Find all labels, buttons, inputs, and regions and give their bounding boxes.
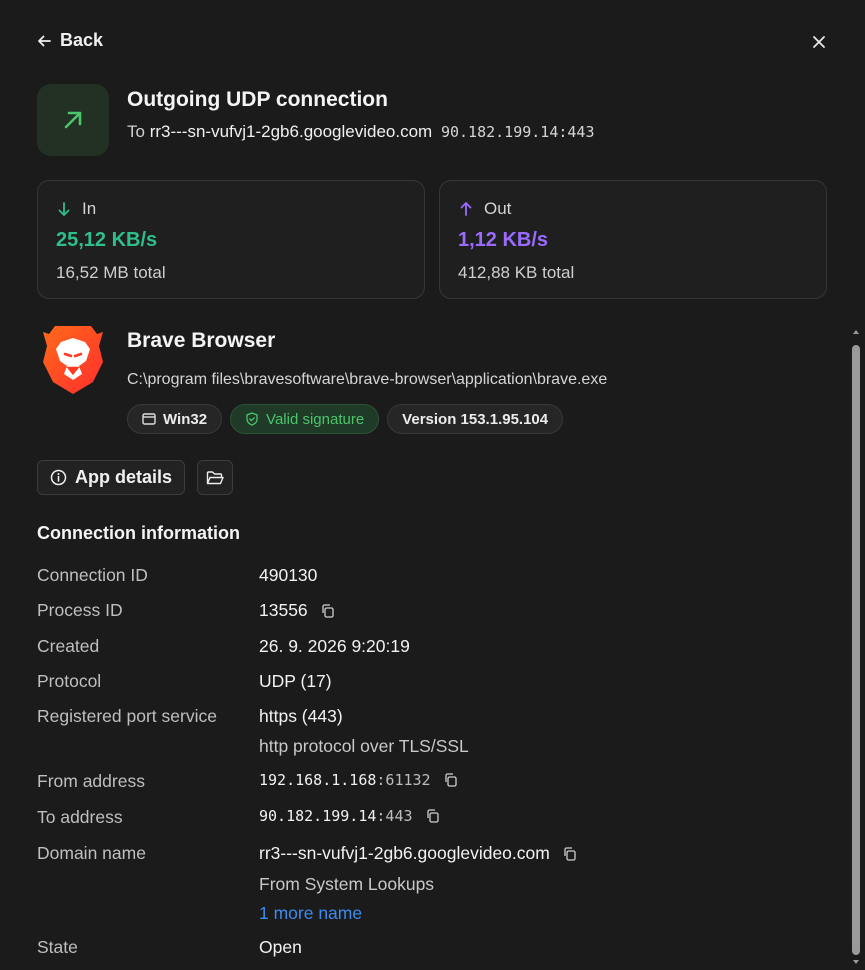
window-icon	[142, 413, 156, 425]
scroll-down-arrow[interactable]	[852, 958, 860, 966]
created-text: 26. 9. 2026 9:20:19	[259, 636, 410, 656]
section-title: Connection information	[37, 523, 240, 543]
port-service-text: https (443)	[259, 706, 343, 726]
arrow-left-icon	[38, 35, 51, 46]
app-details-button[interactable]: App details	[37, 460, 186, 495]
outgoing-total: 412,88 KB total	[458, 263, 575, 282]
destination-address: 90.182.199.14:443	[440, 123, 595, 141]
scrollbar-thumb[interactable]	[852, 345, 860, 955]
state-label: State	[37, 937, 78, 957]
version-badge: Version 153.1.95.104	[387, 404, 564, 434]
from-port: :61132	[376, 771, 431, 789]
close-icon[interactable]	[809, 32, 829, 52]
app-name: Brave Browser	[127, 329, 276, 352]
incoming-label: In	[82, 199, 97, 218]
destination-host: rr3---sn-vufvj1-2gb6.googlevideo.com	[149, 122, 433, 141]
state-value: Open	[259, 937, 302, 958]
protocol-value: UDP (17)	[259, 671, 332, 692]
connection-id-label: Connection ID	[37, 565, 148, 585]
port-service-label: Registered port service	[37, 706, 217, 726]
protocol-label: Protocol	[37, 671, 102, 691]
port-service-description: http protocol over TLS/SSL	[259, 736, 469, 756]
platform-badge: Win32	[127, 404, 223, 434]
process-id-value: 13556	[259, 600, 336, 621]
to-ip: 90.182.199.14	[259, 807, 377, 825]
app-details-label: App details	[75, 467, 173, 487]
version-label: Version 153.1.95.104	[402, 410, 549, 428]
from-address-label: From address	[37, 771, 145, 791]
platform-label: Win32	[163, 410, 208, 428]
created-label: Created	[37, 636, 100, 656]
app-path: C:\program files\bravesoftware\brave-bro…	[127, 371, 608, 388]
created-value: 26. 9. 2026 9:20:19	[259, 636, 410, 657]
shield-check-icon	[246, 412, 258, 426]
incoming-label-row: In	[56, 199, 96, 219]
from-ip: 192.168.1.168	[259, 771, 377, 789]
arrow-up-icon	[460, 202, 472, 216]
protocol-text: UDP (17)	[259, 671, 332, 691]
from-address-text: 192.168.1.168:61132	[259, 771, 431, 789]
copy-icon[interactable]	[425, 808, 441, 824]
app-actions: App details	[37, 460, 234, 495]
domain-source: From System Lookups	[259, 874, 435, 894]
domain-value: rr3---sn-vufvj1-2gb6.googlevideo.com	[259, 843, 578, 864]
brave-lion-logo	[43, 326, 103, 394]
to-address-label: To address	[37, 807, 123, 827]
info-icon	[50, 469, 67, 486]
outgoing-label-row: Out	[458, 199, 511, 219]
arrow-down-icon	[58, 202, 70, 216]
to-port: :443	[376, 807, 413, 825]
state-text: Open	[259, 937, 302, 957]
outgoing-rate: 1,12 KB/s	[458, 229, 549, 251]
outgoing-traffic-card: Out 1,12 KB/s 412,88 KB total	[439, 180, 827, 299]
copy-icon[interactable]	[443, 772, 459, 788]
to-address-text: 90.182.199.14:443	[259, 807, 413, 825]
domain-label: Domain name	[37, 843, 146, 863]
folder-open-icon	[206, 470, 224, 484]
connection-id-value: 490130	[259, 565, 317, 586]
signature-badge: Valid signature	[230, 404, 380, 434]
arrow-up-right-icon	[64, 111, 82, 129]
incoming-rate: 25,12 KB/s	[56, 229, 158, 251]
to-prefix: To	[127, 122, 145, 141]
signature-label: Valid signature	[266, 410, 365, 428]
app-section: Brave Browser C:\program files\bravesoft…	[37, 322, 837, 442]
domain-text: rr3---sn-vufvj1-2gb6.googlevideo.com	[259, 843, 550, 863]
copy-icon[interactable]	[562, 846, 578, 862]
connection-header: Outgoing UDP connection To rr3---sn-vufv…	[37, 84, 837, 156]
process-id-text: 13556	[259, 600, 308, 620]
app-badges: Win32 Valid signature Version 153.1.95.1…	[127, 404, 564, 434]
copy-icon[interactable]	[320, 603, 336, 619]
top-bar: Back	[36, 30, 829, 54]
scroll-up-arrow[interactable]	[852, 328, 860, 336]
incoming-total: 16,52 MB total	[56, 263, 166, 282]
process-id-label: Process ID	[37, 600, 123, 620]
more-names-link[interactable]: 1 more name	[259, 903, 362, 924]
to-address-value: 90.182.199.14:443	[259, 807, 441, 825]
port-service-value: https (443)	[259, 706, 343, 727]
back-button[interactable]: Back	[36, 30, 103, 51]
back-label: Back	[60, 30, 104, 50]
incoming-traffic-card: In 25,12 KB/s 16,52 MB total	[37, 180, 425, 299]
destination-line: To rr3---sn-vufvj1-2gb6.googlevideo.com …	[127, 122, 595, 142]
open-folder-button[interactable]	[197, 460, 234, 495]
connection-id-text: 490130	[259, 565, 318, 585]
outgoing-label: Out	[484, 199, 512, 218]
page-title: Outgoing UDP connection	[127, 88, 388, 111]
from-address-value: 192.168.1.168:61132	[259, 771, 459, 789]
direction-badge	[37, 84, 109, 156]
